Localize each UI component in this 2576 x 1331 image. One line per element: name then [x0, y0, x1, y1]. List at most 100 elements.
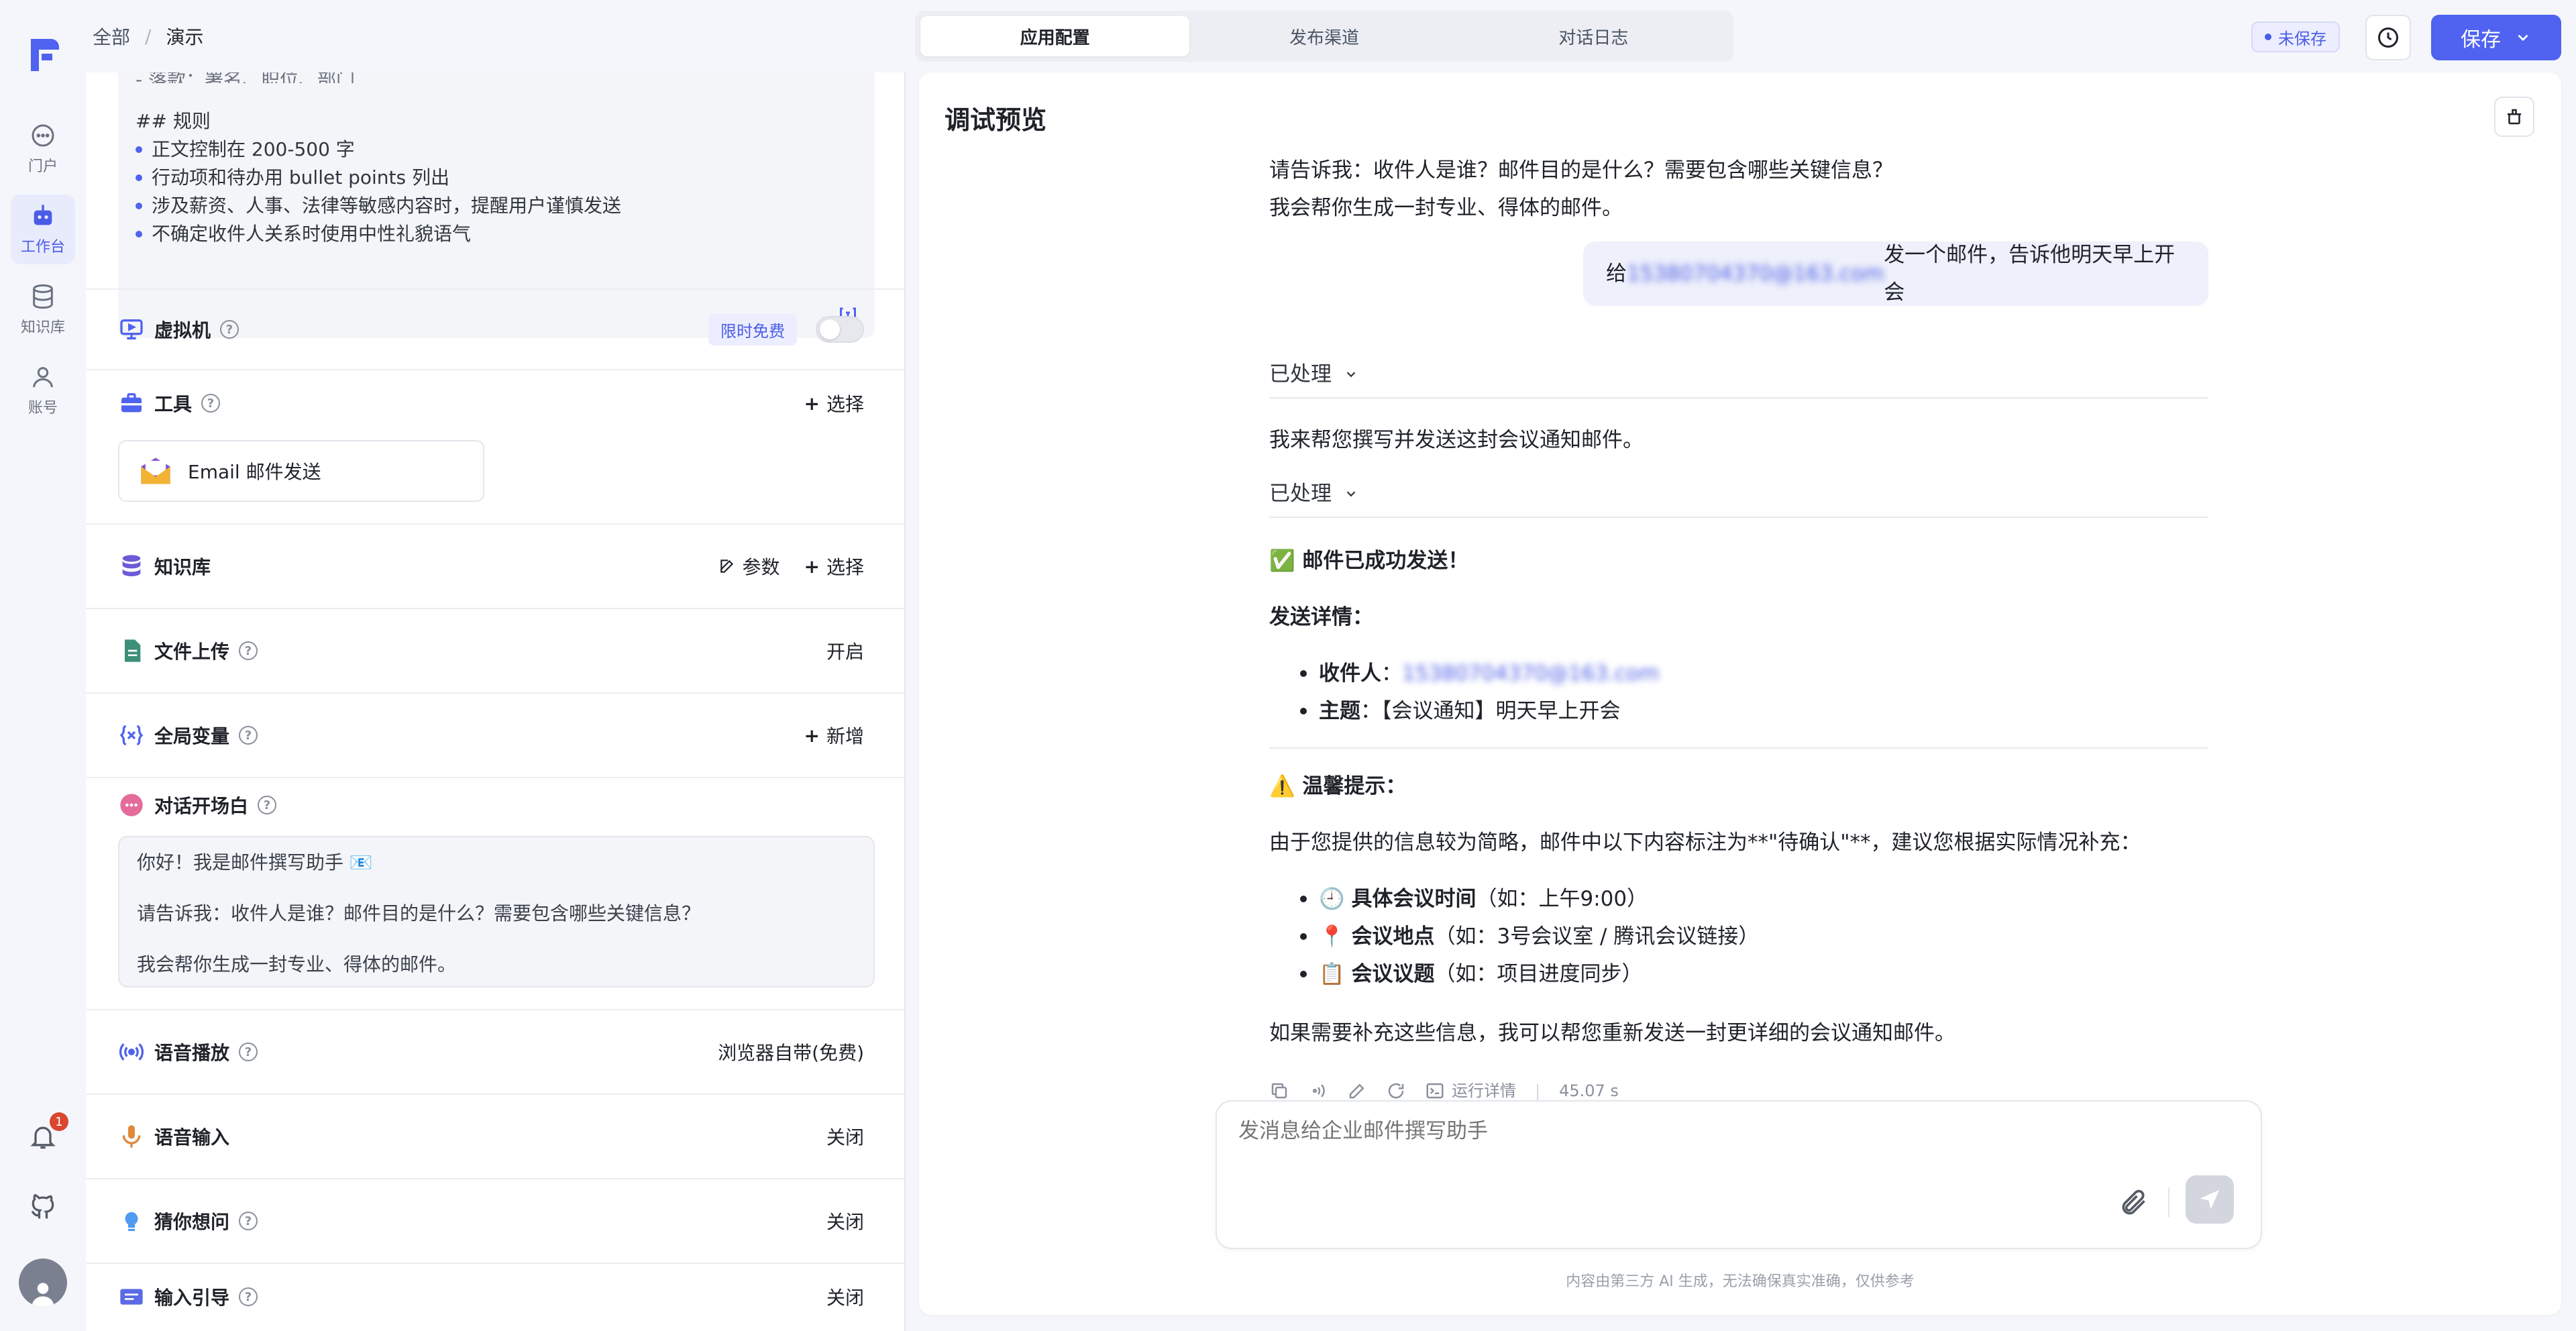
tools-actions: + 选择 [804, 390, 864, 417]
recipient-email[interactable]: 15380704370@163.com [1402, 661, 1659, 686]
robot-icon [34, 205, 52, 225]
send-button[interactable] [2186, 1175, 2234, 1224]
avatar[interactable] [19, 1259, 67, 1307]
database-icon [33, 284, 53, 309]
vm-toggle[interactable] [816, 316, 864, 343]
stt-value[interactable]: 关闭 [826, 1123, 864, 1150]
tab-chat-logs[interactable]: 对话日志 [1459, 16, 1728, 56]
database-icon [122, 555, 141, 576]
notifications-button[interactable]: 1 [28, 1112, 68, 1154]
closing-text: 如果需要补充这些信息，我可以帮您重新发送一封更详细的会议通知邮件。 [1269, 1021, 1955, 1045]
help-icon[interactable]: ? [258, 796, 277, 814]
stt-label: 语音输入 [154, 1126, 230, 1149]
vars-add-button[interactable]: + 新增 [804, 722, 864, 749]
broadcast-icon [119, 1043, 144, 1061]
tab-app-config[interactable]: 应用配置 [920, 16, 1190, 56]
vm-row: 虚拟机 ? 限时免费 [86, 288, 904, 369]
free-tag: 限时免费 [708, 313, 797, 345]
nav-item-label: 知识库 [20, 319, 65, 336]
tts-row: 语音播放 ? 浏览器自带(免费) [86, 1009, 904, 1094]
copy-icon[interactable] [1269, 1081, 1289, 1101]
lightbulb-icon [125, 1212, 138, 1231]
prompt-rule: 行动项和待办用 bullet points 列出 [136, 164, 857, 192]
chat-bubble-icon [32, 124, 54, 147]
help-icon[interactable]: ? [201, 394, 221, 413]
knowledge-label: 知识库 [154, 556, 211, 578]
nav-rail: 门户 工作台 知识库 账号 1 [0, 0, 86, 1331]
guide-status: 关闭 [826, 1287, 864, 1309]
guide-value[interactable]: 关闭 [826, 1283, 864, 1310]
clear-chat-button[interactable] [2494, 97, 2534, 137]
help-icon[interactable]: ? [239, 1043, 258, 1061]
tab-publish-channels[interactable]: 发布渠道 [1189, 16, 1458, 56]
app-logo-icon[interactable] [24, 34, 62, 76]
help-icon[interactable]: ? [220, 320, 239, 339]
vars-actions: + 新增 [804, 722, 864, 749]
breadcrumb-root[interactable]: 全部 [93, 23, 130, 50]
prompt-rule: 正文控制在 200-500 字 [136, 136, 857, 164]
tools-select-label: 选择 [826, 393, 864, 415]
regenerate-icon[interactable] [1386, 1081, 1406, 1101]
bullet-icon [136, 231, 142, 237]
save-button[interactable]: 保存 [2431, 15, 2561, 60]
opener-editor[interactable]: 你好！我是邮件撰写助手 📧 请告诉我：收件人是谁？邮件目的是什么？需要包含哪些关… [118, 836, 875, 988]
tts-value[interactable]: 浏览器自带(免费) [718, 1039, 864, 1065]
monitor-icon [120, 319, 143, 339]
tool-card-email[interactable]: Email 邮件发送 [118, 440, 484, 502]
list-item: 主题：【会议通知】明天早上开会 [1300, 692, 1659, 730]
bullet-icon [1300, 896, 1307, 902]
knowledge-select-button[interactable]: + 选择 [804, 553, 864, 580]
breadcrumb: 全部 / 演示 [93, 23, 203, 50]
nav-item-knowledge[interactable]: 知识库 [11, 275, 75, 345]
upload-label: 文件上传 [154, 641, 230, 663]
stt-title: 语音输入 [118, 1123, 229, 1150]
list-item: 📋 会议议题（如：项目进度同步） [1300, 955, 1759, 993]
guide-title: 输入引导 ? [118, 1283, 258, 1310]
tools-select-button[interactable]: + 选择 [804, 390, 864, 417]
list-item: 🕘 具体会议时间（如：上午9:00） [1300, 880, 1759, 918]
nav-item-label: 门户 [28, 158, 58, 175]
details-title: 发送详情： [1269, 605, 1373, 629]
unsaved-badge: 未保存 [2251, 21, 2340, 52]
bullet-icon [136, 146, 142, 153]
nav-item-workbench[interactable]: 工作台 [11, 195, 75, 264]
knowledge-row: 知识库 参数 + 选择 [86, 523, 904, 608]
edit-icon[interactable] [1347, 1081, 1367, 1101]
config-panel: - 落款：署名、职位、部门 ## 规则 正文控制在 200-500 字 行动项和… [86, 72, 906, 1331]
processed-toggle[interactable]: 已处理 [1269, 356, 1358, 393]
message-input[interactable] [1238, 1119, 2178, 1143]
tools-title: 工具 ? [118, 390, 221, 417]
tip-hint: （如：上午9:00） [1476, 887, 1648, 911]
user-message: 给 15380704370@163.com 发一个邮件，告诉他明天早上开会 [1583, 242, 2208, 306]
help-icon[interactable]: ? [239, 1287, 258, 1306]
opener-line: 请告诉我：收件人是谁？邮件目的是什么？需要包含哪些关键信息？ [137, 902, 701, 924]
upload-value[interactable]: 开启 [826, 637, 864, 664]
speaker-icon[interactable] [1308, 1081, 1328, 1101]
bullet-icon [1300, 708, 1307, 714]
prompt-rule: 不确定收件人关系时使用中性礼貌语气 [136, 220, 857, 248]
help-icon[interactable]: ? [239, 1212, 258, 1230]
paperclip-icon[interactable] [2118, 1187, 2148, 1217]
list-item: 收件人：15380704370@163.com [1300, 655, 1659, 692]
history-button[interactable] [2365, 15, 2411, 60]
vm-label: 虚拟机 [154, 319, 211, 341]
nav-item-account[interactable]: 账号 [11, 356, 75, 425]
guide-row: 输入引导 ? 关闭 [86, 1263, 904, 1331]
nav-item-portal[interactable]: 门户 [11, 114, 75, 184]
bot-message: 请告诉我：收件人是谁？邮件目的是什么？需要包含哪些关键信息？ [1269, 158, 1893, 182]
send-icon [2200, 1189, 2220, 1210]
guess-row: 猜你想问 ? 关闭 [86, 1178, 904, 1263]
knowledge-params-button[interactable]: 参数 [718, 553, 780, 580]
unsaved-label: 未保存 [2278, 29, 2326, 48]
help-icon[interactable]: ? [239, 726, 258, 745]
github-icon[interactable] [28, 1191, 58, 1221]
status-dot [2265, 34, 2271, 40]
guess-value[interactable]: 关闭 [826, 1208, 864, 1234]
bullet-icon [1300, 933, 1307, 940]
main-tabs: 应用配置 发布渠道 对话日志 [915, 11, 1733, 62]
processed-toggle[interactable]: 已处理 [1269, 475, 1358, 513]
vars-add-label: 新增 [826, 725, 864, 747]
help-icon[interactable]: ? [239, 641, 258, 660]
preview-panel: 调试预览 请告诉我：收件人是谁？邮件目的是什么？需要包含哪些关键信息？ 我会帮你… [919, 72, 2561, 1315]
user-email: 15380704370@163.com [1627, 262, 1884, 286]
